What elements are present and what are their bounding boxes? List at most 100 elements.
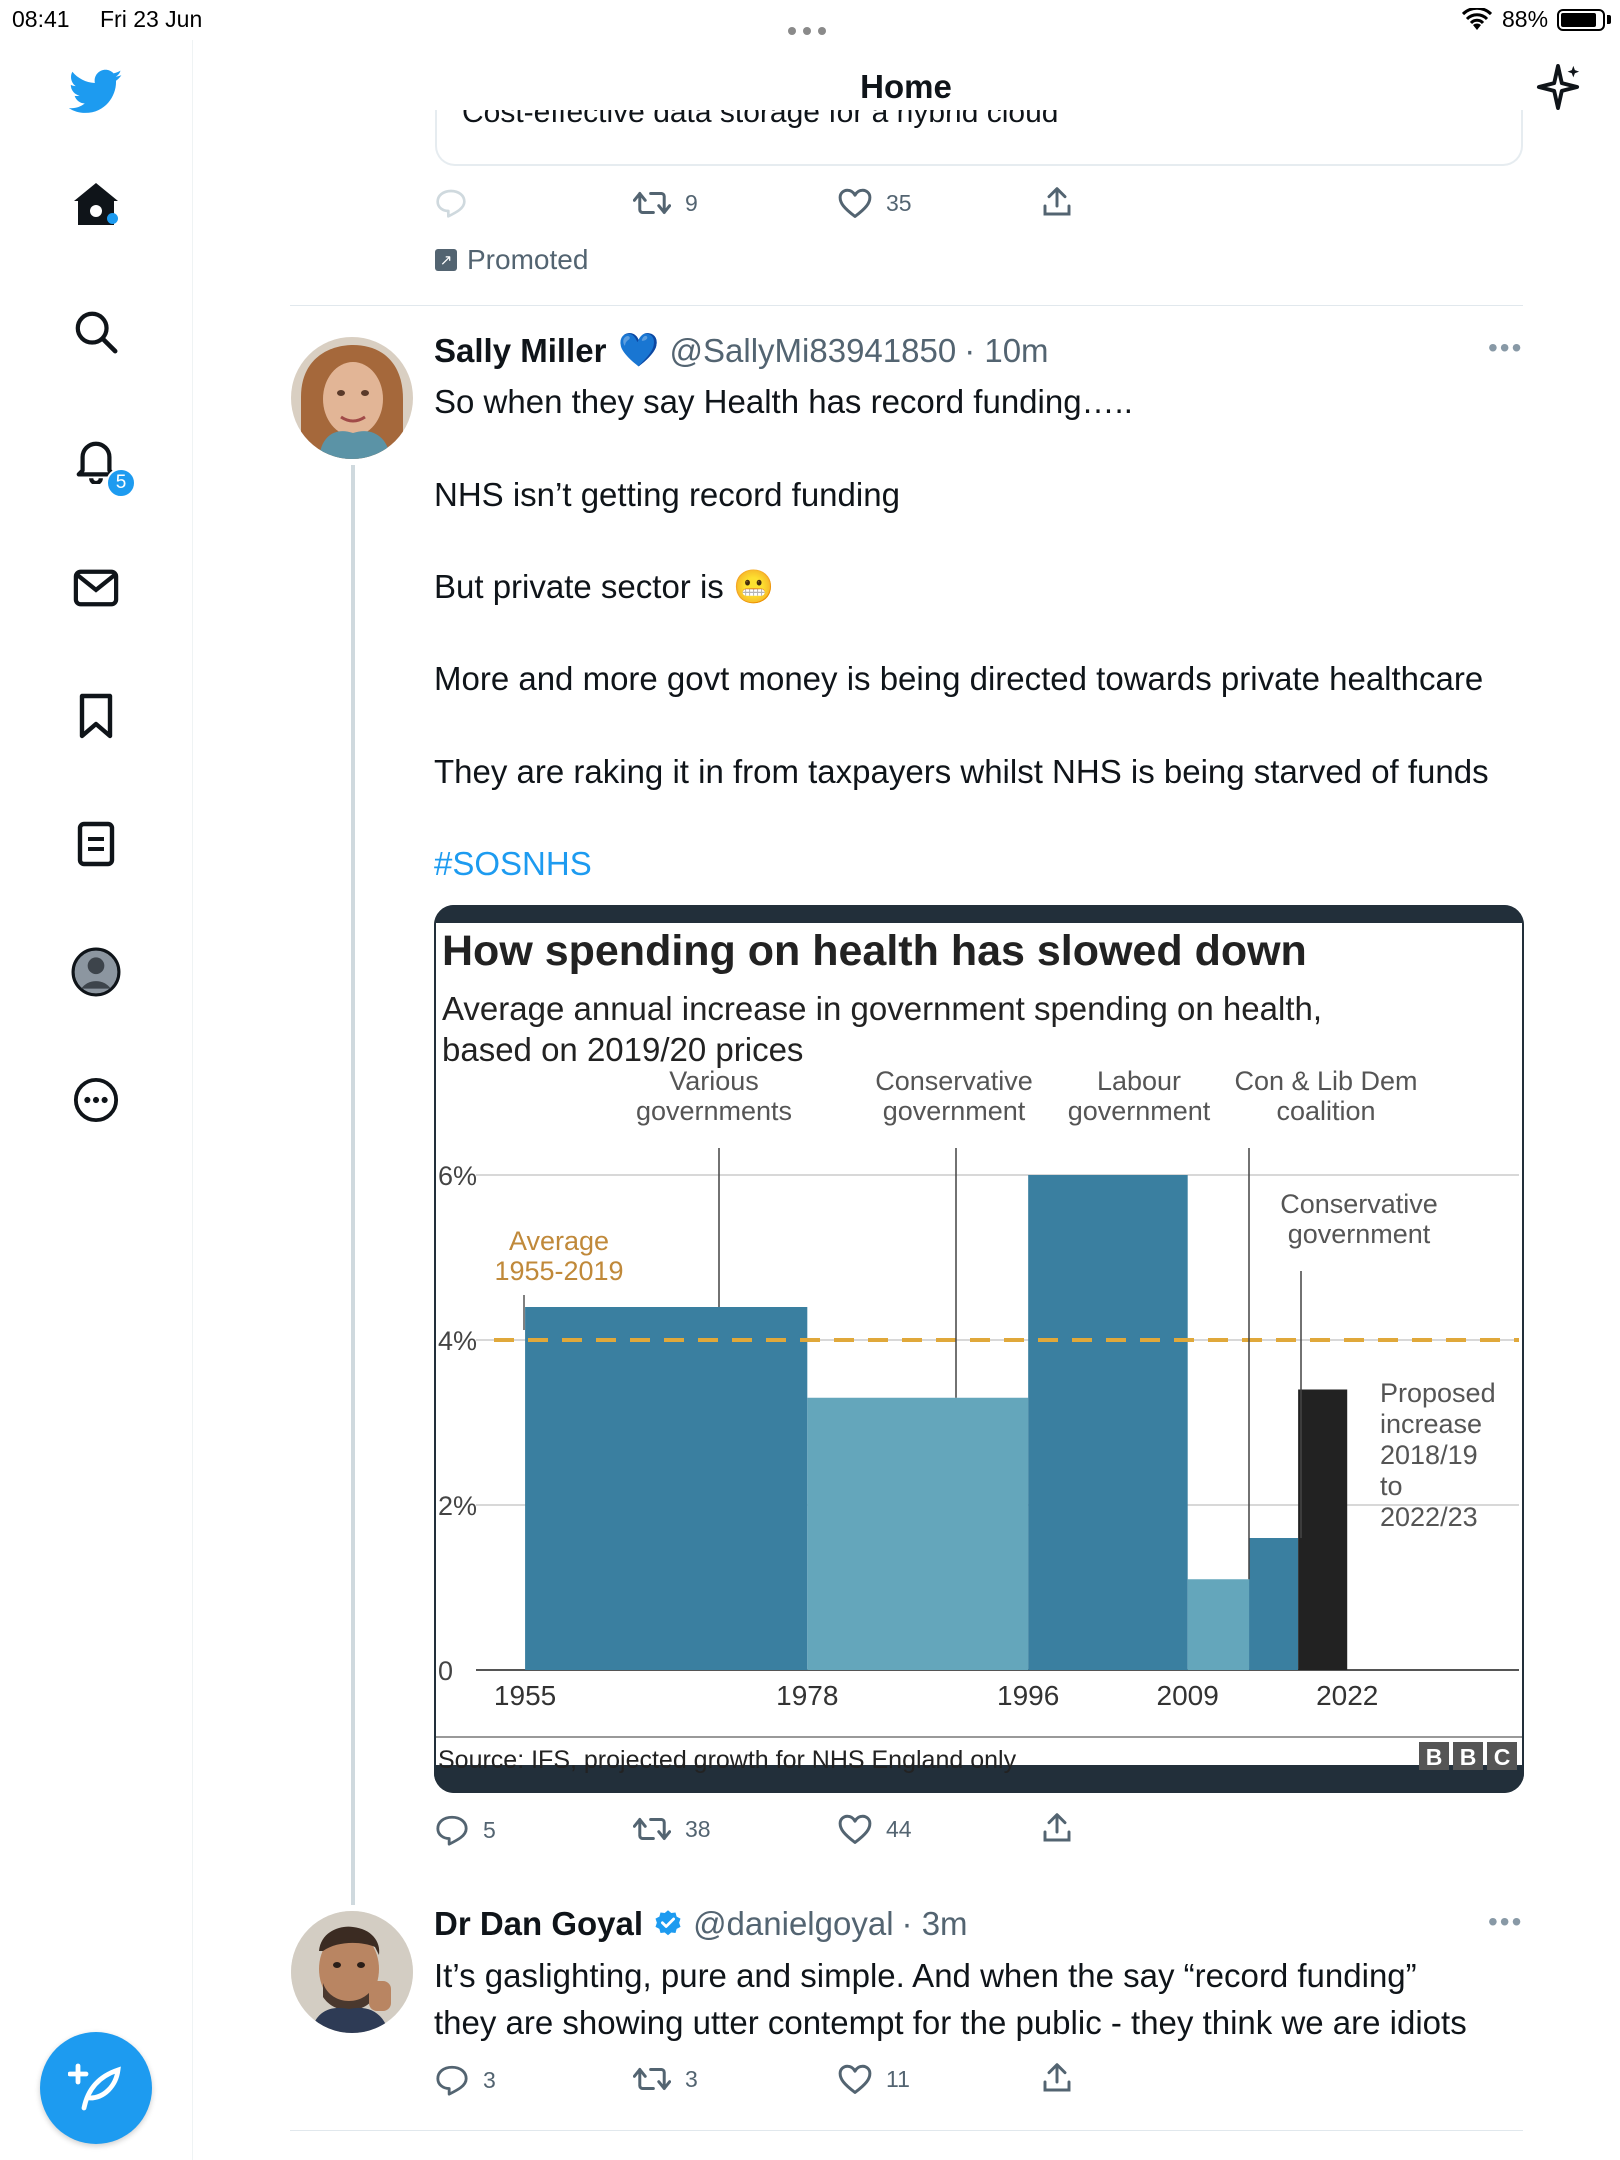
share-button[interactable] xyxy=(1042,2062,1072,2094)
blue-heart-emoji: 💙 xyxy=(618,331,660,368)
tweet-header: Sally Miller 💙 @SallyMi83941850 · 10m xyxy=(434,331,1049,370)
bookmarks-icon[interactable] xyxy=(66,686,126,746)
multitasking-dots[interactable] xyxy=(788,14,836,35)
chart-bar xyxy=(525,1307,808,1670)
bbc-logo-letter: C xyxy=(1494,1744,1511,1770)
promoted-card-text: Cost-effective data storage for a hybrid… xyxy=(462,110,1059,129)
heart-icon xyxy=(838,188,872,218)
government-label: government xyxy=(1288,1219,1431,1249)
promoted-like-button[interactable]: 35 xyxy=(838,188,912,218)
status-bar: 08:41 Fri 23 Jun 88% xyxy=(0,0,1620,40)
retweet-button[interactable]: 3 xyxy=(633,2064,698,2094)
author-handle[interactable]: @danielgoyal xyxy=(693,1905,893,1943)
reply-icon xyxy=(436,1815,468,1846)
proposed-label: Proposed xyxy=(1380,1378,1496,1408)
like-button[interactable]: 44 xyxy=(838,1814,912,1844)
x-tick-label: 2022 xyxy=(1316,1680,1378,1711)
tweet-text-line: So when they say Health has record fundi… xyxy=(434,383,1133,420)
sparkle-timeline-icon[interactable] xyxy=(1535,62,1581,117)
government-label: Conservative xyxy=(875,1066,1033,1096)
government-label: government xyxy=(883,1096,1026,1126)
chart-source: Source: IFS, projected growth for NHS En… xyxy=(438,1746,1017,1774)
messages-icon[interactable] xyxy=(66,558,126,618)
government-label: Various xyxy=(669,1066,759,1096)
author-handle[interactable]: @SallyMi83941850 xyxy=(670,332,957,370)
chart-bar xyxy=(1187,1579,1250,1670)
government-label: Conservative xyxy=(1280,1189,1438,1219)
status-date: Fri 23 Jun xyxy=(100,6,203,32)
share-icon xyxy=(1043,1813,1071,1842)
author-name[interactable]: Dr Dan Goyal xyxy=(434,1905,643,1943)
reply-button[interactable]: 5 xyxy=(435,1814,496,1846)
average-label: Average xyxy=(509,1226,609,1256)
x-tick-label: 1978 xyxy=(776,1680,838,1711)
government-label: coalition xyxy=(1276,1096,1375,1126)
reply-button[interactable]: 3 xyxy=(435,2064,496,2096)
reply-icon xyxy=(436,2065,468,2096)
author-name[interactable]: Sally Miller xyxy=(434,332,606,370)
more-options-icon[interactable] xyxy=(66,1070,126,1130)
home-unread-dot xyxy=(107,213,118,224)
promoted-retweet-button[interactable]: 9 xyxy=(633,188,698,218)
retweet-icon xyxy=(633,192,671,214)
tweet-more-button[interactable]: ••• xyxy=(1488,332,1523,364)
share-icon xyxy=(1043,2063,1071,2092)
y-tick-label: 0 xyxy=(438,1656,453,1686)
tweet-text-line: They are raking it in from taxpayers whi… xyxy=(434,753,1489,790)
proposed-label: increase xyxy=(1380,1409,1482,1439)
notifications-badge: 5 xyxy=(106,468,136,498)
promoted-card[interactable]: Cost-effective data storage for a hybrid… xyxy=(435,110,1523,166)
home-icon[interactable] xyxy=(66,174,126,234)
tweet-chart-image[interactable]: How spending on health has slowed down A… xyxy=(434,905,1524,1793)
government-label: Con & Lib Dem xyxy=(1234,1066,1417,1096)
feather-plus-icon xyxy=(68,2063,121,2111)
page-title: Home xyxy=(860,68,952,105)
tweet-more-button[interactable]: ••• xyxy=(1488,1906,1523,1938)
y-tick-label: 4% xyxy=(438,1326,477,1356)
profile-avatar-icon[interactable] xyxy=(66,942,126,1002)
lists-icon[interactable] xyxy=(66,814,126,874)
thread-connector-line xyxy=(351,465,355,1905)
retweet-icon xyxy=(633,1818,671,1840)
tweet-header: Dr Dan Goyal @danielgoyal · 3m xyxy=(434,1905,968,1943)
chart-subtitle-2: based on 2019/20 prices xyxy=(442,1031,803,1068)
bbc-logo-letter: B xyxy=(1426,1744,1443,1770)
heart-icon xyxy=(838,2064,872,2094)
bbc-logo-letter: B xyxy=(1460,1744,1477,1770)
search-icon[interactable] xyxy=(66,302,126,362)
promoted-text: Promoted xyxy=(467,244,589,275)
tweet-divider xyxy=(290,305,1523,306)
like-count: 44 xyxy=(886,1815,912,1842)
promoted-reply-button[interactable] xyxy=(435,188,481,218)
proposed-label: 2022/23 xyxy=(1380,1502,1478,1532)
battery-icon xyxy=(1557,9,1605,31)
reply-count: 5 xyxy=(483,1816,496,1843)
promoted-share-button[interactable] xyxy=(1042,186,1072,218)
avatar-sally-miller[interactable] xyxy=(291,337,413,459)
verified-badge-icon xyxy=(653,1909,683,1939)
reply-icon xyxy=(436,189,466,218)
x-tick-label: 2009 xyxy=(1157,1680,1219,1711)
tweet-text-line: they are showing utter contempt for the … xyxy=(434,2004,1467,2041)
tweet-time[interactable]: · 3m xyxy=(902,1905,968,1943)
compose-tweet-button[interactable] xyxy=(40,2032,152,2144)
government-label: governments xyxy=(636,1096,792,1126)
tweet-text-line: It’s gaslighting, pure and simple. And w… xyxy=(434,1957,1417,1994)
avatar-dr-dan-goyal[interactable] xyxy=(291,1911,413,2033)
status-time: 08:41 xyxy=(12,6,70,32)
tweet-time[interactable]: · 10m xyxy=(964,332,1048,370)
retweet-icon xyxy=(633,2068,671,2090)
x-tick-label: 1996 xyxy=(997,1680,1059,1711)
tweet-text-line: NHS isn’t getting record funding xyxy=(434,476,900,513)
like-button[interactable]: 11 xyxy=(838,2064,910,2094)
chart-bar xyxy=(1028,1175,1188,1670)
promoted-arrow-icon: ↗ xyxy=(435,249,457,271)
chart-svg: How spending on health has slowed down A… xyxy=(434,905,1524,1793)
government-label: Labour xyxy=(1097,1066,1181,1096)
hashtag-link[interactable]: #SOSNHS xyxy=(434,841,592,887)
retweet-count: 3 xyxy=(685,2065,698,2092)
chart-bar xyxy=(807,1397,1029,1670)
share-button[interactable] xyxy=(1042,1812,1072,1844)
y-tick-label: 2% xyxy=(438,1491,477,1521)
retweet-button[interactable]: 38 xyxy=(633,1814,711,1844)
